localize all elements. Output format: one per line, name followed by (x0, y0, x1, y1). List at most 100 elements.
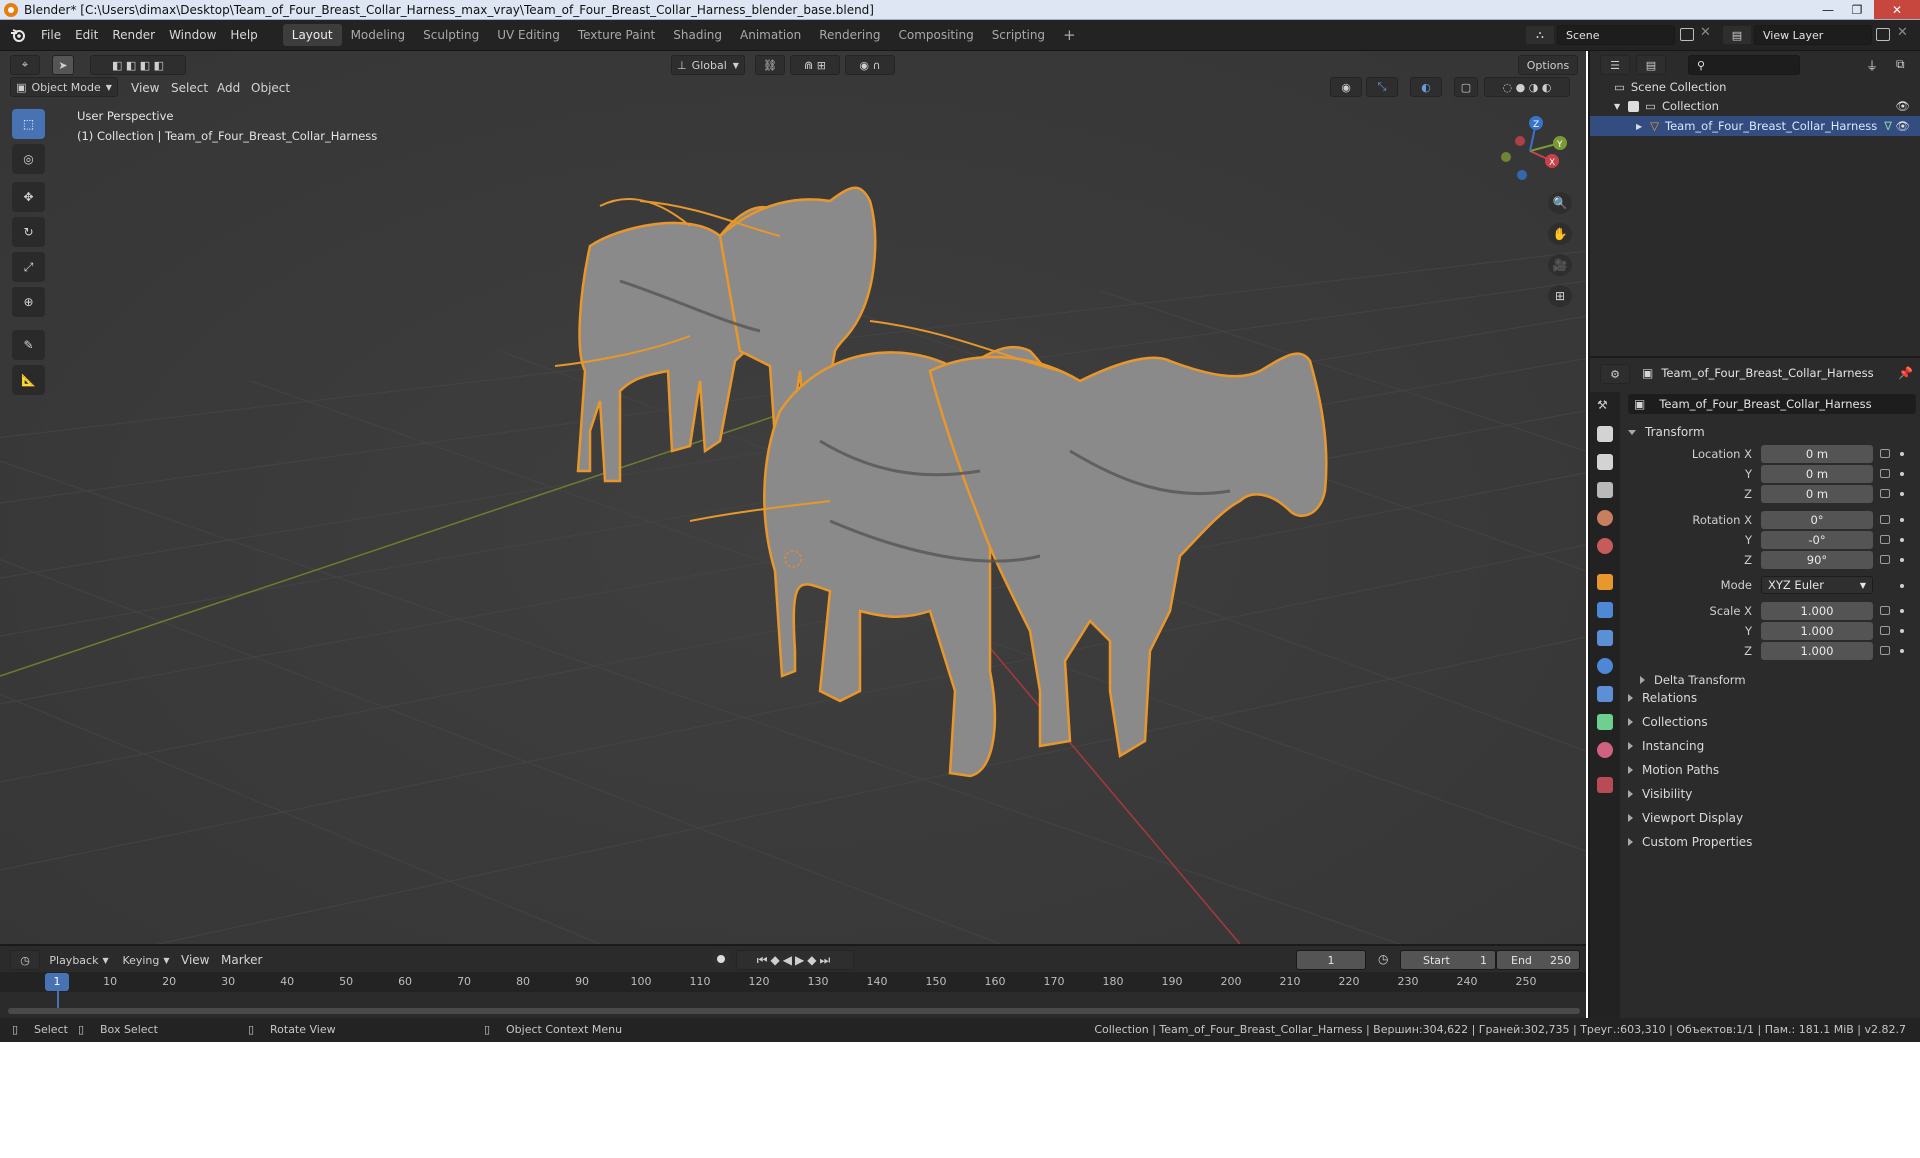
lock-icon[interactable] (1880, 606, 1890, 615)
instancing-panel-header[interactable]: Instancing (1622, 734, 1920, 758)
keying-menu[interactable]: Keying ▼ (118, 950, 174, 970)
menu-edit[interactable]: Edit (68, 28, 105, 42)
keyframe-dot-icon[interactable] (1900, 472, 1904, 476)
new-scene-icon[interactable] (1680, 28, 1694, 41)
playback-menu[interactable]: Playback ▼ (46, 950, 112, 970)
menu-window[interactable]: Window (162, 28, 223, 42)
tool-measure[interactable]: 📐 (12, 365, 45, 395)
new-view-layer-icon[interactable] (1876, 28, 1890, 41)
relations-panel-header[interactable]: Relations (1622, 686, 1920, 710)
menu-render[interactable]: Render (105, 28, 162, 42)
overlay-toggle-button[interactable]: ◐ (1410, 77, 1442, 97)
viewport-display-panel-header[interactable]: Viewport Display (1622, 806, 1920, 830)
view-layer-tab-icon[interactable] (1597, 482, 1613, 498)
ortho-toggle-button[interactable]: ⊞ (1548, 285, 1572, 307)
tool-move[interactable]: ✥ (12, 182, 45, 212)
timeline-view-menu[interactable]: View (181, 953, 209, 967)
record-button[interactable] (712, 950, 730, 968)
maximize-button[interactable]: ❐ (1843, 0, 1871, 19)
tab-modeling[interactable]: Modeling (342, 24, 415, 46)
transform-panel-header[interactable]: Transform (1622, 420, 1920, 444)
lock-icon[interactable] (1880, 535, 1890, 544)
outliner-object-row[interactable]: ▶ ▽ Team_of_Four_Breast_Collar_Harness ∇… (1590, 116, 1920, 136)
output-tab-icon[interactable] (1597, 454, 1613, 470)
keyframe-dot-icon[interactable] (1900, 558, 1904, 562)
gizmo-toggle-button[interactable]: ⤡ (1366, 77, 1398, 97)
viewport-menu-view[interactable]: View (131, 81, 159, 95)
lock-icon[interactable] (1880, 469, 1890, 478)
close-button[interactable]: ✕ (1874, 0, 1920, 19)
rotation-x-field[interactable]: 0° (1761, 511, 1873, 529)
rotation-mode-dropdown[interactable]: XYZ Euler ▼ (1761, 576, 1873, 594)
minimize-button[interactable]: — (1814, 0, 1842, 19)
tab-rendering[interactable]: Rendering (810, 24, 889, 46)
tab-scripting[interactable]: Scripting (983, 24, 1054, 46)
editor-type-button[interactable]: ⌖ (10, 55, 40, 75)
object-tab-icon[interactable] (1597, 574, 1613, 590)
viewport-menu-add[interactable]: Add (217, 81, 240, 95)
properties-editor-type-button[interactable]: ⚙ (1600, 364, 1630, 384)
proportional-editing-button[interactable]: ◉ ∩ (845, 55, 895, 75)
outliner-collection[interactable]: ▼ ▭ Collection 👁 (1590, 96, 1920, 116)
tool-scale[interactable]: ⤢ (12, 252, 45, 282)
world-tab-icon[interactable] (1597, 538, 1613, 554)
tool-transform[interactable]: ⊕ (12, 287, 45, 317)
viewport-menu-select[interactable]: Select (171, 81, 208, 95)
pivot-point-button[interactable]: ⛓ (755, 55, 785, 75)
scale-x-field[interactable]: 1.000 (1761, 602, 1873, 620)
custom-properties-panel-header[interactable]: Custom Properties (1622, 830, 1920, 854)
viewport-menu-object[interactable]: Object (251, 81, 290, 95)
keyframe-dot-icon[interactable] (1900, 538, 1904, 542)
keyframe-dot-icon[interactable] (1900, 452, 1904, 456)
view-layer-browse-button[interactable]: ▤ (1722, 25, 1752, 45)
playback-controls[interactable]: ⏮◆◀▶◆⏭ (736, 950, 854, 970)
remove-view-layer-icon[interactable]: ✕ (1897, 25, 1908, 40)
tab-texture-paint[interactable]: Texture Paint (569, 24, 664, 46)
motion-paths-panel-header[interactable]: Motion Paths (1622, 758, 1920, 782)
scene-browse-button[interactable]: ⛬ (1525, 25, 1555, 45)
display-mode-button[interactable]: ▤ (1636, 55, 1666, 75)
end-frame-field[interactable]: End 250 (1496, 950, 1580, 970)
visibility-panel-header[interactable]: Visibility (1622, 782, 1920, 806)
timeline-scrollbar[interactable] (8, 1008, 1580, 1014)
timeline-editor-type-button[interactable]: ◷ (10, 950, 40, 970)
keyframe-dot-icon[interactable] (1900, 609, 1904, 613)
material-tab-icon[interactable] (1597, 742, 1613, 758)
pan-view-button[interactable]: ✋ (1548, 223, 1572, 245)
outliner-search-input[interactable]: ⚲ (1688, 55, 1800, 75)
visibility-eye-icon[interactable]: 👁 (1895, 99, 1910, 113)
view-layer-field[interactable]: View Layer (1754, 25, 1872, 45)
visibility-filter-button[interactable]: ◉ (1330, 77, 1362, 97)
3d-viewport[interactable]: ⌖ ➤ ◧ ◧ ◧ ◧ ⊥ Global ▼ ⛓ ⋒ ⊞ ◉ ∩ Options ▣… (0, 51, 1586, 944)
options-dropdown[interactable]: Options (1518, 55, 1578, 75)
tab-sculpting[interactable]: Sculpting (414, 24, 488, 46)
blender-menu-icon[interactable] (10, 28, 26, 42)
xray-toggle-button[interactable]: ▢ (1454, 77, 1478, 97)
tool-annotate[interactable]: ✎ (12, 330, 45, 360)
menu-file[interactable]: File (34, 28, 68, 42)
lock-icon[interactable] (1880, 489, 1890, 498)
tool-tab-icon[interactable]: ⚒ (1597, 398, 1613, 414)
selection-mode-toggles[interactable]: ◧ ◧ ◧ ◧ (90, 55, 186, 75)
keyframe-dot-icon[interactable] (1900, 492, 1904, 496)
tool-cursor[interactable]: ◎ (12, 144, 45, 174)
physics-tab-icon[interactable] (1597, 658, 1613, 674)
collection-checkbox[interactable] (1628, 100, 1640, 112)
texture-tab-icon[interactable] (1597, 777, 1613, 793)
preview-range-icon[interactable]: ◷ (1378, 952, 1388, 966)
lock-icon[interactable] (1880, 626, 1890, 635)
keyframe-dot-icon[interactable] (1900, 584, 1904, 588)
tab-uv-editing[interactable]: UV Editing (488, 24, 569, 46)
lock-icon[interactable] (1880, 555, 1890, 564)
location-x-field[interactable]: 0 m (1761, 445, 1873, 463)
scene-name-field[interactable]: Scene (1557, 25, 1675, 45)
navigation-gizmo[interactable]: X Y Z (1490, 111, 1570, 191)
location-z-field[interactable]: 0 m (1761, 485, 1873, 503)
camera-view-button[interactable]: 🎥 (1548, 254, 1572, 276)
data-tab-icon[interactable] (1597, 714, 1613, 730)
tool-select-box[interactable]: ⬚ (12, 109, 45, 139)
render-tab-icon[interactable] (1597, 426, 1613, 442)
scale-y-field[interactable]: 1.000 (1761, 622, 1873, 640)
lock-icon[interactable] (1880, 646, 1890, 655)
keyframe-dot-icon[interactable] (1900, 518, 1904, 522)
